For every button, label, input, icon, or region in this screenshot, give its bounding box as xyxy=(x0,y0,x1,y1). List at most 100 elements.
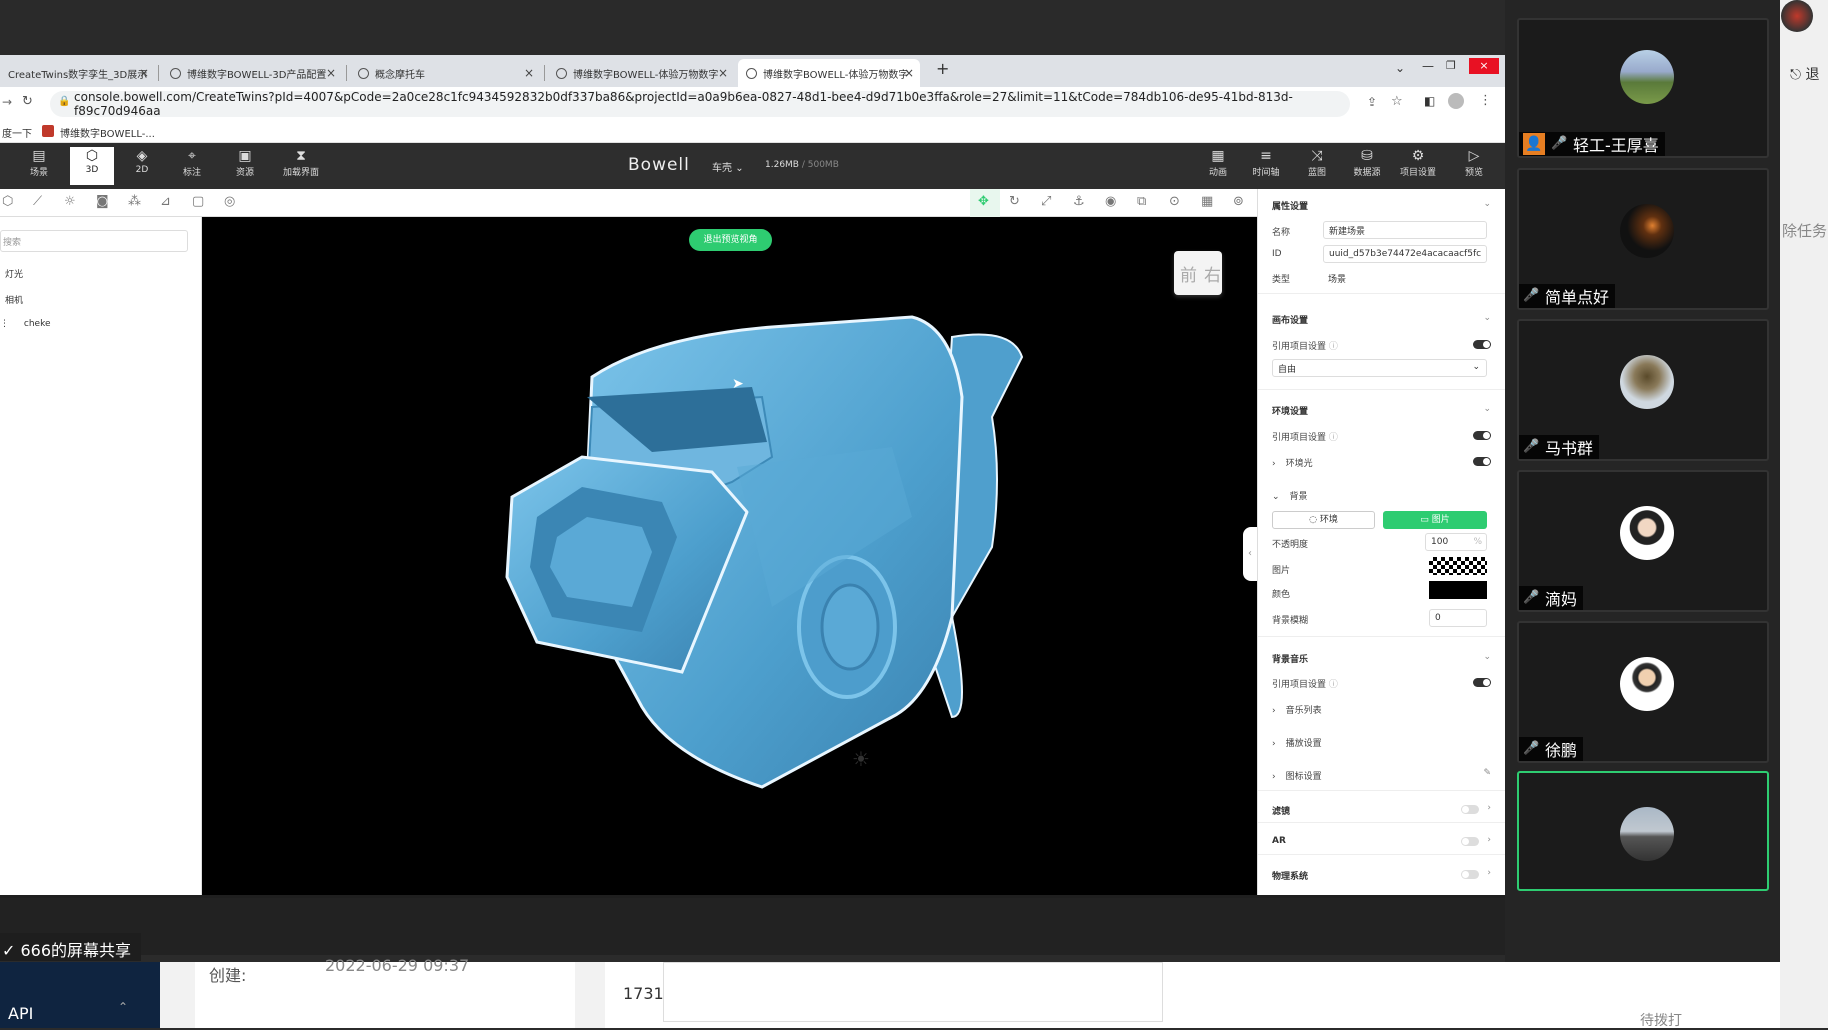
participant-tile-active[interactable] xyxy=(1517,771,1769,891)
close-icon[interactable]: × xyxy=(718,66,728,80)
bg-image-button[interactable]: ▭ 图片 xyxy=(1383,511,1487,529)
participant-tile[interactable]: 🎤 徐鹏 xyxy=(1517,621,1769,763)
image-picker[interactable] xyxy=(1429,557,1487,575)
participant-tile[interactable]: 🎤 马书群 xyxy=(1517,319,1769,461)
delete-task-text[interactable]: 除任务 xyxy=(1782,220,1827,241)
url-field[interactable]: 🔒 console.bowell.com/CreateTwins?pId=400… xyxy=(50,90,1350,118)
rotate-tool-icon[interactable]: ↻ xyxy=(1009,194,1020,209)
close-icon[interactable]: × xyxy=(326,66,336,80)
focus-tool-icon[interactable]: ◉ xyxy=(1105,194,1116,209)
cube-tool-icon[interactable]: ⬡ xyxy=(2,194,13,209)
chevron-right-icon[interactable]: › xyxy=(1487,835,1491,845)
reload-icon[interactable]: ↻ xyxy=(22,94,33,109)
browser-tab[interactable]: 概念摩托车 × xyxy=(350,59,540,87)
close-window-button[interactable]: × xyxy=(1469,58,1499,74)
more-icon[interactable]: ⋮ xyxy=(1479,93,1492,108)
canvas-mode-select[interactable]: 自由 ⌄ xyxy=(1272,359,1487,377)
toolbar-animation-button[interactable]: ▦ 动画 xyxy=(1196,147,1240,185)
sidebar-icon[interactable]: ◧ xyxy=(1424,94,1435,108)
bookmark-item[interactable]: 度一下 xyxy=(2,125,32,140)
chart-tool-icon[interactable]: ⊿ xyxy=(160,194,171,209)
restore-icon[interactable]: ❐ xyxy=(1446,59,1456,72)
share-icon[interactable]: ⇪ xyxy=(1367,95,1377,109)
grid-tool-icon[interactable]: ▦ xyxy=(1201,194,1213,209)
exit-preview-button[interactable]: 退出预览视角 xyxy=(689,229,772,251)
color-swatch[interactable] xyxy=(1429,581,1487,599)
canvas-project-settings-toggle[interactable] xyxy=(1473,340,1491,349)
music-list-row[interactable]: › 音乐列表 xyxy=(1272,703,1322,716)
chevron-down-icon[interactable]: ⌄ xyxy=(1483,652,1491,662)
toolbar-scene-button[interactable]: ▤ 场景 xyxy=(17,147,61,185)
toolbar-blueprint-button[interactable]: ⤨ 蓝图 xyxy=(1295,147,1339,185)
chevron-down-icon[interactable]: ⌄ xyxy=(1483,199,1491,209)
edit-icon[interactable]: ✎ xyxy=(1483,768,1491,778)
toolbar-timeline-button[interactable]: ≡ 时间轴 xyxy=(1244,147,1288,185)
toolbar-annotate-button[interactable]: ⌖ 标注 xyxy=(170,147,214,185)
particle-tool-icon[interactable]: ⁂ xyxy=(128,194,141,209)
bg-env-button[interactable]: ◌ 环境 xyxy=(1272,511,1375,529)
name-field[interactable]: 新建场景 xyxy=(1323,221,1487,239)
3d-viewport[interactable]: 退出预览视角 前 右 ➤ ☀ ‹ xyxy=(202,217,1257,895)
icon-settings-row[interactable]: › 图标设置 xyxy=(1272,769,1322,782)
tree-item-cheke[interactable]: ⋮ cheke xyxy=(0,319,51,329)
ar-toggle[interactable] xyxy=(1461,837,1479,846)
filter-toggle[interactable] xyxy=(1461,805,1479,814)
browser-tab[interactable]: CreateTwins数字孪生_3D展示 × xyxy=(0,59,155,87)
api-menu-item[interactable]: API xyxy=(8,1004,33,1023)
ambient-light-row[interactable]: › 环境光 xyxy=(1272,456,1313,469)
underlying-input[interactable] xyxy=(663,962,1163,1022)
sun-light-icon[interactable]: ☀ xyxy=(852,747,870,771)
browser-tab[interactable]: 博维数字BOWELL-体验万物数字 × xyxy=(548,59,734,87)
camera-tool-icon[interactable]: ◙ xyxy=(96,194,109,209)
tree-item-lights[interactable]: 灯光 xyxy=(5,267,23,280)
toolbar-assets-button[interactable]: ▣ 资源 xyxy=(223,147,267,185)
ambient-light-toggle[interactable] xyxy=(1473,457,1491,466)
move-tool-button[interactable]: ✥ xyxy=(970,189,1000,217)
browser-tab[interactable]: 博维数字BOWELL-3D产品配置 × xyxy=(162,59,342,87)
line-tool-icon[interactable]: ⟋ xyxy=(33,194,42,209)
toolbar-3d-button[interactable]: ⬡ 3D xyxy=(70,147,114,185)
light-tool-icon[interactable]: ☼ xyxy=(64,194,76,209)
physics-toggle[interactable] xyxy=(1461,870,1479,879)
anchor-tool-icon[interactable]: ⚓ xyxy=(1073,194,1085,209)
playback-settings-row[interactable]: › 播放设置 xyxy=(1272,736,1322,749)
toolbar-project-settings-button[interactable]: ⚙ 项目设置 xyxy=(1396,147,1440,185)
music-project-settings-toggle[interactable] xyxy=(1473,678,1491,687)
3d-model-shell[interactable] xyxy=(352,277,1052,827)
tree-item-camera[interactable]: 相机 xyxy=(5,293,23,306)
chevron-up-icon[interactable]: ⌃ xyxy=(118,1000,128,1014)
model-select[interactable]: 车壳 ⌄ xyxy=(712,159,744,174)
frame-tool-icon[interactable]: ▢ xyxy=(192,194,204,209)
opacity-field[interactable]: 100% xyxy=(1425,533,1487,551)
participant-tile[interactable]: 👤 🎤 轻工-王厚喜 xyxy=(1517,18,1769,158)
view-cube[interactable]: 前 右 xyxy=(1174,251,1222,295)
minimize-icon[interactable]: — xyxy=(1422,59,1434,73)
star-icon[interactable]: ☆ xyxy=(1391,94,1403,109)
top-avatar[interactable] xyxy=(1781,0,1813,32)
participant-tile[interactable]: 🎤 简单点好 xyxy=(1517,168,1769,310)
bookmark-item[interactable]: 博维数字BOWELL-... xyxy=(60,125,155,140)
participant-tile[interactable]: 🎤 滴妈 xyxy=(1517,470,1769,612)
snap-tool-icon[interactable]: ⊙ xyxy=(1169,194,1180,209)
toolbar-datasource-button[interactable]: ⛁ 数据源 xyxy=(1345,147,1389,185)
browser-tab-active[interactable]: 博维数字BOWELL-体验万物数字 × xyxy=(738,59,920,87)
tab-list-icon[interactable]: ⌄ xyxy=(1395,61,1405,75)
blur-field[interactable]: 0 xyxy=(1429,609,1487,627)
target-tool-icon[interactable]: ◎ xyxy=(224,194,235,209)
chevron-down-icon[interactable]: ⌄ xyxy=(1483,404,1491,414)
settings-tool-icon[interactable]: ⊚ xyxy=(1233,194,1244,209)
chevron-right-icon[interactable]: › xyxy=(1487,868,1491,878)
tree-search-input[interactable]: 搜索 xyxy=(0,230,188,252)
chevron-down-icon[interactable]: ⌄ xyxy=(1483,313,1491,323)
toolbar-2d-button[interactable]: ◈ 2D xyxy=(120,147,164,185)
toolbar-loading-button[interactable]: ⧗ 加载界面 xyxy=(276,147,326,185)
env-project-settings-toggle[interactable] xyxy=(1473,431,1491,440)
collapse-panel-handle[interactable]: ‹ xyxy=(1243,527,1257,581)
chevron-right-icon[interactable]: › xyxy=(1487,803,1491,813)
background-row[interactable]: ⌄ 背景 xyxy=(1272,489,1308,502)
forward-icon[interactable]: → xyxy=(2,95,12,109)
toolbar-preview-button[interactable]: ▷ 预览 xyxy=(1452,147,1496,185)
new-tab-button[interactable]: + xyxy=(936,59,949,78)
exit-link[interactable]: ⎋ 退 xyxy=(1790,64,1820,84)
copy-tool-icon[interactable]: ⧉ xyxy=(1137,194,1146,209)
